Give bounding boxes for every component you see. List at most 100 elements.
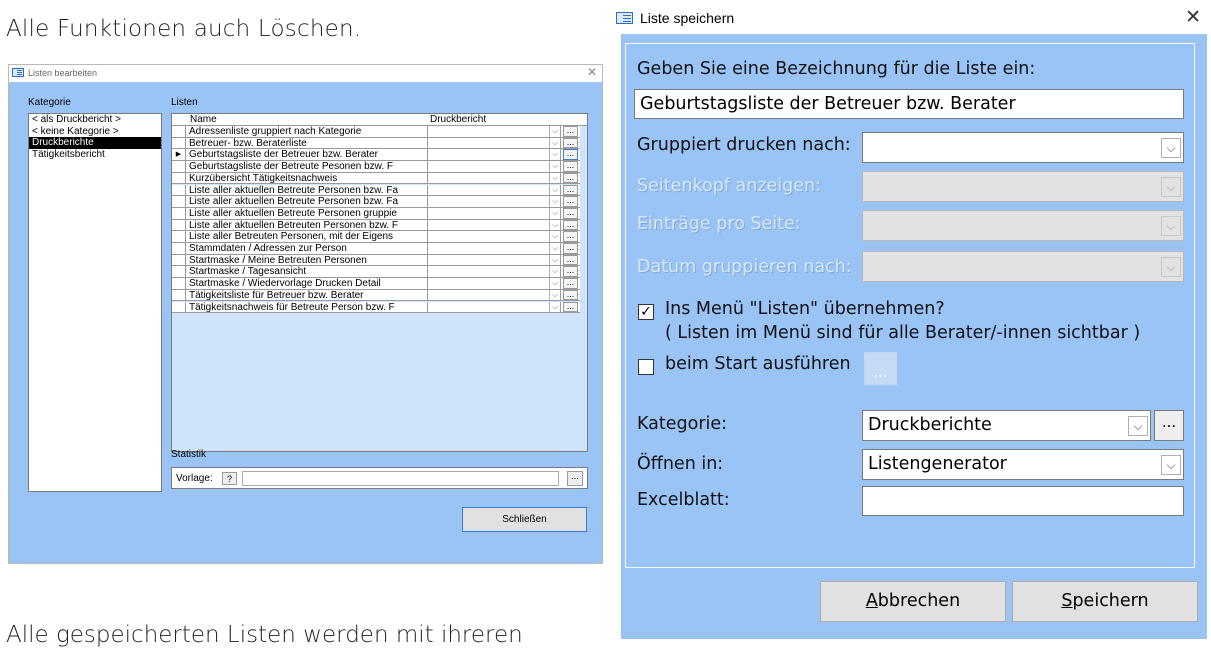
speichern-button[interactable]: Speichern	[1012, 581, 1198, 622]
row-druckbericht-select[interactable]: ⌵	[429, 126, 561, 137]
row-druckbericht-select[interactable]: ⌵	[429, 219, 561, 231]
menu-checkbox[interactable]: ✓	[638, 304, 654, 320]
chevron-down-icon[interactable]: ⌵	[549, 172, 560, 184]
row-druckbericht-select[interactable]: ⌵	[429, 254, 561, 266]
kategorie-select[interactable]: Druckberichte ⌵	[862, 410, 1151, 441]
record-selector[interactable]	[172, 231, 186, 242]
row-druckbericht-select[interactable]: ⌵	[429, 207, 561, 219]
row-edit-button[interactable]: ...	[563, 254, 578, 266]
row-name[interactable]: Startmaske / Meine Betreuten Personen	[187, 254, 428, 266]
kategorie-item[interactable]: Druckberichte	[29, 137, 161, 149]
chevron-down-icon[interactable]: ⌵	[549, 184, 560, 196]
row-edit-button[interactable]: ...	[563, 161, 578, 172]
vorlage-input[interactable]	[242, 471, 559, 486]
chevron-down-icon[interactable]: ⌵	[549, 161, 560, 172]
row-edit-button[interactable]: ...	[563, 219, 578, 231]
row-edit-button[interactable]: ...	[563, 289, 578, 301]
record-selector[interactable]	[172, 172, 186, 184]
row-edit-button[interactable]: ...	[563, 196, 578, 207]
row-edit-button[interactable]: ...	[563, 126, 578, 137]
chevron-down-icon[interactable]: ⌵	[549, 278, 560, 289]
row-name[interactable]: Liste aller aktuellen Betreute Personen …	[187, 196, 428, 207]
table-row[interactable]: Tätigkeitsliste für Betreuer bzw. Berate…	[172, 289, 580, 302]
list-name-input[interactable]: Geburtstagsliste der Betreuer bzw. Berat…	[634, 89, 1184, 119]
kategorie-edit-button[interactable]: ...	[1154, 410, 1184, 441]
chevron-down-icon[interactable]: ⌵	[549, 207, 560, 219]
row-druckbericht-select[interactable]: ⌵	[429, 243, 561, 254]
record-selector[interactable]	[172, 289, 186, 301]
record-selector[interactable]	[172, 219, 186, 231]
record-selector[interactable]	[172, 184, 186, 196]
table-row[interactable]: Liste aller aktuellen Betreute Personen …	[172, 196, 580, 208]
kategorie-item[interactable]: < keine Kategorie >	[29, 126, 161, 138]
row-edit-button[interactable]: ...	[563, 301, 578, 313]
table-row[interactable]: Startmaske / Wiedervorlage Drucken Detai…	[172, 278, 580, 290]
chevron-down-icon[interactable]: ⌵	[549, 301, 560, 313]
row-druckbericht-select[interactable]: ⌵	[429, 196, 561, 207]
vorlage-browse-button[interactable]: ...	[567, 471, 583, 486]
row-name[interactable]: Kurzübersicht Tätigkeitsnachweis	[187, 172, 428, 184]
table-row[interactable]: Startmaske / Meine Betreuten Personen ⌵..…	[172, 254, 580, 267]
record-selector[interactable]: ▶	[172, 149, 186, 161]
record-selector[interactable]	[172, 301, 186, 313]
row-name[interactable]: Liste aller aktuellen Betreute Personen …	[187, 207, 428, 219]
row-name[interactable]: Liste aller aktuellen Betreuten Personen…	[187, 219, 428, 231]
kategorie-item[interactable]: Tätigkeitsbericht	[29, 149, 161, 161]
chevron-down-icon[interactable]: ⌵	[549, 149, 560, 161]
close-icon[interactable]: ✕	[1185, 6, 1201, 29]
record-selector[interactable]	[172, 243, 186, 254]
row-edit-button[interactable]: ...	[563, 149, 578, 161]
row-name[interactable]: Liste aller Betreuten Personen, mit der …	[187, 231, 428, 242]
record-selector[interactable]	[172, 207, 186, 219]
row-name[interactable]: Tätigkeitsnachweis für Betreute Person b…	[187, 301, 428, 313]
table-row[interactable]: Liste aller aktuellen Betreute Personen …	[172, 184, 580, 197]
table-row[interactable]: Betreuer- bzw. Beraterliste ⌵...	[172, 137, 580, 150]
row-druckbericht-select[interactable]: ⌵	[429, 278, 561, 289]
start-options-button[interactable]: ...	[864, 352, 897, 385]
chevron-down-icon[interactable]: ⌵	[549, 254, 560, 266]
row-name[interactable]: Geburtstagsliste der Betreute Pesonen bz…	[187, 161, 428, 172]
row-edit-button[interactable]: ...	[563, 137, 578, 149]
chevron-down-icon[interactable]: ⌵	[549, 196, 560, 207]
row-druckbericht-select[interactable]: ⌵	[429, 266, 561, 278]
row-druckbericht-select[interactable]: ⌵	[429, 289, 561, 301]
row-name[interactable]: Startmaske / Tagesansicht	[187, 266, 428, 278]
chevron-down-icon[interactable]: ⌵	[1161, 455, 1181, 475]
table-row[interactable]: Liste aller Betreuten Personen, mit der …	[172, 231, 580, 243]
schliessen-button[interactable]: Schließen	[462, 507, 587, 532]
row-druckbericht-select[interactable]: ⌵	[429, 149, 561, 161]
record-selector[interactable]	[172, 266, 186, 278]
row-name[interactable]: Liste aller aktuellen Betreute Personen …	[187, 184, 428, 196]
row-edit-button[interactable]: ...	[563, 231, 578, 242]
table-row[interactable]: Geburtstagsliste der Betreute Pesonen bz…	[172, 161, 580, 173]
record-selector[interactable]	[172, 254, 186, 266]
record-selector[interactable]	[172, 126, 186, 137]
row-edit-button[interactable]: ...	[563, 172, 578, 184]
table-row[interactable]: Liste aller aktuellen Betreuten Personen…	[172, 219, 580, 232]
table-row[interactable]: ▶ Geburtstagsliste der Betreuer bzw. Bera…	[172, 149, 580, 162]
row-edit-button[interactable]: ...	[563, 266, 578, 278]
chevron-down-icon[interactable]: ⌵	[549, 231, 560, 242]
row-druckbericht-select[interactable]: ⌵	[429, 137, 561, 149]
chevron-down-icon[interactable]: ⌵	[1161, 138, 1181, 158]
abbrechen-button[interactable]: Abbrechen	[820, 581, 1006, 622]
eintraege-select[interactable]: ⌵	[862, 210, 1184, 241]
chevron-down-icon[interactable]: ⌵	[549, 266, 560, 278]
table-row[interactable]: Liste aller aktuellen Betreute Personen …	[172, 208, 580, 220]
oeffnen-select[interactable]: Listengenerator ⌵	[862, 449, 1184, 480]
row-name[interactable]: Tätigkeitsliste für Betreuer bzw. Berate…	[187, 289, 428, 301]
row-edit-button[interactable]: ...	[563, 208, 578, 219]
row-edit-button[interactable]: ...	[563, 184, 578, 196]
vorlage-help-button[interactable]: ?	[222, 472, 237, 485]
start-checkbox[interactable]	[638, 359, 654, 375]
table-row[interactable]: Startmaske / Tagesansicht ⌵...	[172, 266, 580, 279]
table-row[interactable]: Stammdaten / Adressen zur Person ⌵...	[172, 243, 580, 255]
excelblatt-input[interactable]	[862, 486, 1184, 516]
record-selector[interactable]	[172, 161, 186, 172]
row-name[interactable]: Geburtstagsliste der Betreuer bzw. Berat…	[187, 149, 428, 161]
record-selector[interactable]	[172, 278, 186, 289]
row-name[interactable]: Betreuer- bzw. Beraterliste	[187, 137, 428, 149]
table-row[interactable]: Tätigkeitsnachweis für Betreute Person b…	[172, 301, 580, 314]
table-row[interactable]: Kurzübersicht Tätigkeitsnachweis ⌵...	[172, 172, 580, 185]
row-name[interactable]: Adressenliste gruppiert nach Kategorie	[187, 126, 428, 137]
